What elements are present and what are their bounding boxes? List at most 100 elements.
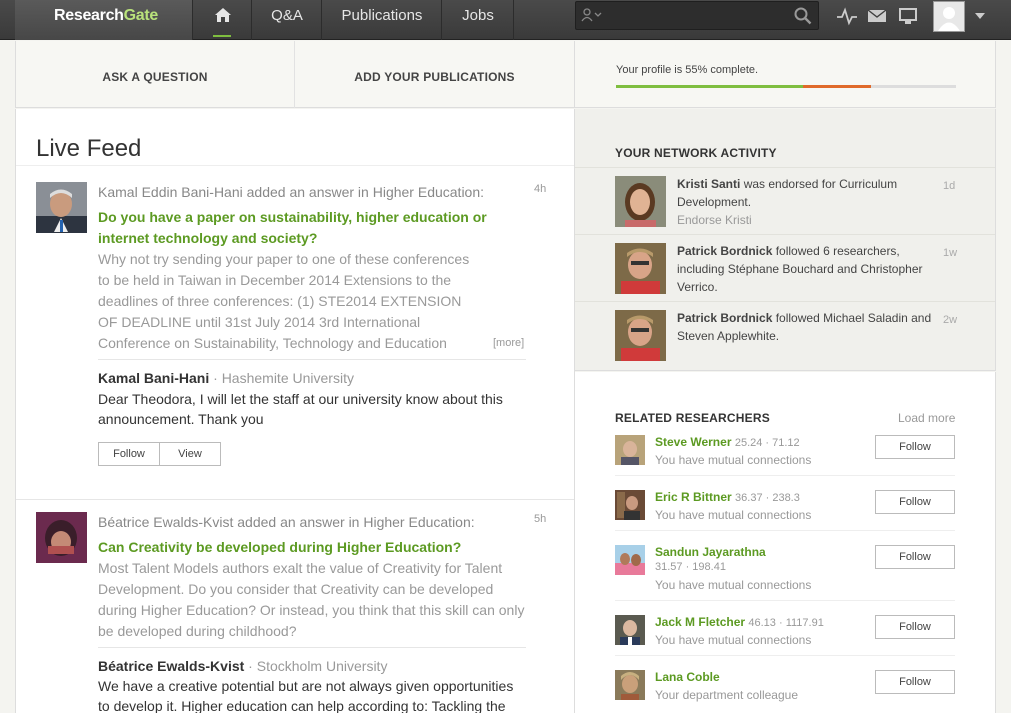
- researcher-entry: Jack M Fletcher 46.13 · 1117.91: [655, 615, 824, 629]
- divider: [615, 600, 955, 601]
- answer-author: Béatrice Ewalds-Kvist · Stockholm Univer…: [98, 658, 387, 674]
- researchgate-logo[interactable]: ResearchGate: [15, 0, 193, 40]
- user-name-link[interactable]: Patrick Bordnick: [677, 311, 772, 325]
- timestamp: 2w: [943, 314, 958, 326]
- answer-author-affiliation[interactable]: · Stockholm University: [244, 658, 387, 674]
- researcher-entry: Lana Coble: [655, 670, 720, 684]
- home-icon: [215, 8, 231, 22]
- researcher-photo[interactable]: [615, 615, 645, 645]
- divider: [615, 475, 955, 476]
- top-navigation-bar: ResearchGate Q&A Publications Jobs: [0, 0, 1011, 40]
- researcher-name[interactable]: Eric R Bittner: [655, 490, 732, 504]
- researcher-entry: Eric R Bittner 36.37 · 238.3: [655, 490, 800, 504]
- author-photo[interactable]: [36, 182, 87, 233]
- nav-home[interactable]: [194, 0, 252, 40]
- user-name-link[interactable]: Patrick Bordnick: [677, 244, 772, 258]
- researcher-stats: 46.13 · 1117.91: [748, 617, 824, 629]
- load-more-link[interactable]: Load more: [898, 411, 955, 425]
- answer-excerpt: Why not try sending your paper to one of…: [98, 251, 470, 351]
- researcher-photo[interactable]: [615, 490, 645, 520]
- timestamp: 1d: [943, 180, 956, 192]
- nav-qa[interactable]: Q&A: [253, 0, 322, 40]
- timestamp: 4h: [534, 183, 547, 195]
- answer-author-name[interactable]: Kamal Bani-Hani: [98, 370, 209, 386]
- connection-note: You have mutual connections: [655, 453, 812, 467]
- divider: [16, 165, 574, 166]
- question-text: Most Talent Models authors exalt the val…: [98, 560, 525, 639]
- connection-note: Your department colleague: [655, 688, 798, 702]
- follow-button[interactable]: Follow: [875, 545, 955, 569]
- activity-headline[interactable]: Kamal Eddin Bani-Hani added an answer in…: [98, 184, 484, 200]
- live-feed: Live Feed Kamal Eddin Bani-Hani added an…: [15, 109, 575, 713]
- notifications-icon[interactable]: [897, 6, 919, 26]
- timestamp: 5h: [534, 513, 547, 525]
- researcher-photo[interactable]: [615, 545, 645, 575]
- divider: [98, 359, 526, 360]
- chevron-down-icon[interactable]: [975, 12, 985, 20]
- progress-fill: [616, 85, 803, 88]
- divider: [98, 647, 526, 648]
- nav-jobs[interactable]: Jobs: [443, 0, 514, 40]
- user-name-link[interactable]: Kristi Santi: [677, 177, 740, 191]
- researcher-name[interactable]: Sandun Jayarathna: [655, 545, 766, 559]
- researcher-photo[interactable]: [615, 670, 645, 700]
- search-icon[interactable]: [794, 7, 812, 25]
- ask-question-button[interactable]: ASK A QUESTION: [16, 41, 295, 108]
- view-button[interactable]: View: [160, 443, 220, 465]
- answer-text: We have a creative potential but are not…: [98, 678, 514, 713]
- user-photo[interactable]: [615, 243, 666, 294]
- follow-button[interactable]: Follow: [875, 615, 955, 639]
- more-link[interactable]: [more]: [493, 337, 524, 349]
- search-input[interactable]: [575, 1, 819, 30]
- related-researchers-panel: RELATED RESEARCHERS Load more Steve Wern…: [575, 372, 996, 713]
- researcher-photo[interactable]: [615, 435, 645, 465]
- active-tab-indicator: [213, 35, 231, 37]
- profile-progress-bar: [616, 85, 956, 88]
- network-activity-panel: YOUR NETWORK ACTIVITY Kristi Santi was e…: [575, 109, 996, 371]
- section-title: RELATED RESEARCHERS: [615, 411, 770, 425]
- follow-button[interactable]: Follow: [875, 435, 955, 459]
- follow-button[interactable]: Follow: [875, 670, 955, 694]
- divider: [615, 530, 955, 531]
- add-publications-button[interactable]: ADD YOUR PUBLICATIONS: [295, 41, 575, 108]
- researcher-name[interactable]: Jack M Fletcher: [655, 615, 745, 629]
- answer-author: Kamal Bani-Hani · Hashemite University: [98, 370, 354, 386]
- connection-note: You have mutual connections: [655, 578, 812, 592]
- author-photo[interactable]: [36, 512, 87, 563]
- connection-note: You have mutual connections: [655, 633, 812, 647]
- follow-button[interactable]: Follow: [875, 490, 955, 514]
- researcher-entry: Steve Werner 25.24 · 71.12: [655, 435, 800, 449]
- follow-view-buttons: Follow View: [98, 442, 221, 466]
- network-item: Kristi Santi was endorsed for Curriculum…: [677, 175, 935, 229]
- researcher-stats: 25.24 · 71.12: [734, 437, 800, 449]
- answer-author-affiliation[interactable]: · Hashemite University: [209, 370, 354, 386]
- section-title: YOUR NETWORK ACTIVITY: [615, 146, 777, 160]
- researcher-name[interactable]: Steve Werner: [655, 435, 731, 449]
- network-item: Patrick Bordnick followed Michael Saladi…: [677, 309, 935, 345]
- divider: [575, 167, 995, 168]
- mail-icon[interactable]: [866, 6, 888, 26]
- user-photo[interactable]: [615, 176, 666, 227]
- question-title[interactable]: Can Creativity be developed during Highe…: [98, 537, 518, 558]
- follow-button[interactable]: Follow: [99, 443, 160, 465]
- endorse-link[interactable]: Endorse Kristi: [677, 213, 752, 227]
- researcher-stats: 31.57 · 198.41: [655, 561, 726, 573]
- researcher-name[interactable]: Lana Coble: [655, 670, 720, 684]
- activity-icon[interactable]: [836, 6, 858, 26]
- answer-text: Dear Theodora, I will let the staff at o…: [98, 391, 503, 427]
- user-photo[interactable]: [615, 310, 666, 361]
- connection-note: You have mutual connections: [655, 508, 812, 522]
- profile-completion-text[interactable]: Your profile is 55% complete.: [616, 64, 758, 76]
- progress-next-step: [803, 85, 871, 88]
- question-title[interactable]: Do you have a paper on sustainability, h…: [98, 207, 518, 249]
- avatar-placeholder-icon: [938, 7, 960, 31]
- person-filter-icon[interactable]: [581, 7, 603, 23]
- right-column: YOUR NETWORK ACTIVITY Kristi Santi was e…: [575, 109, 996, 713]
- timestamp: 1w: [943, 247, 958, 259]
- divider: [575, 234, 995, 235]
- activity-headline[interactable]: Béatrice Ewalds-Kvist added an answer in…: [98, 514, 475, 530]
- user-avatar[interactable]: [933, 1, 965, 32]
- researcher-stats: 36.37 · 238.3: [735, 492, 800, 504]
- nav-publications[interactable]: Publications: [323, 0, 442, 40]
- answer-author-name[interactable]: Béatrice Ewalds-Kvist: [98, 658, 244, 674]
